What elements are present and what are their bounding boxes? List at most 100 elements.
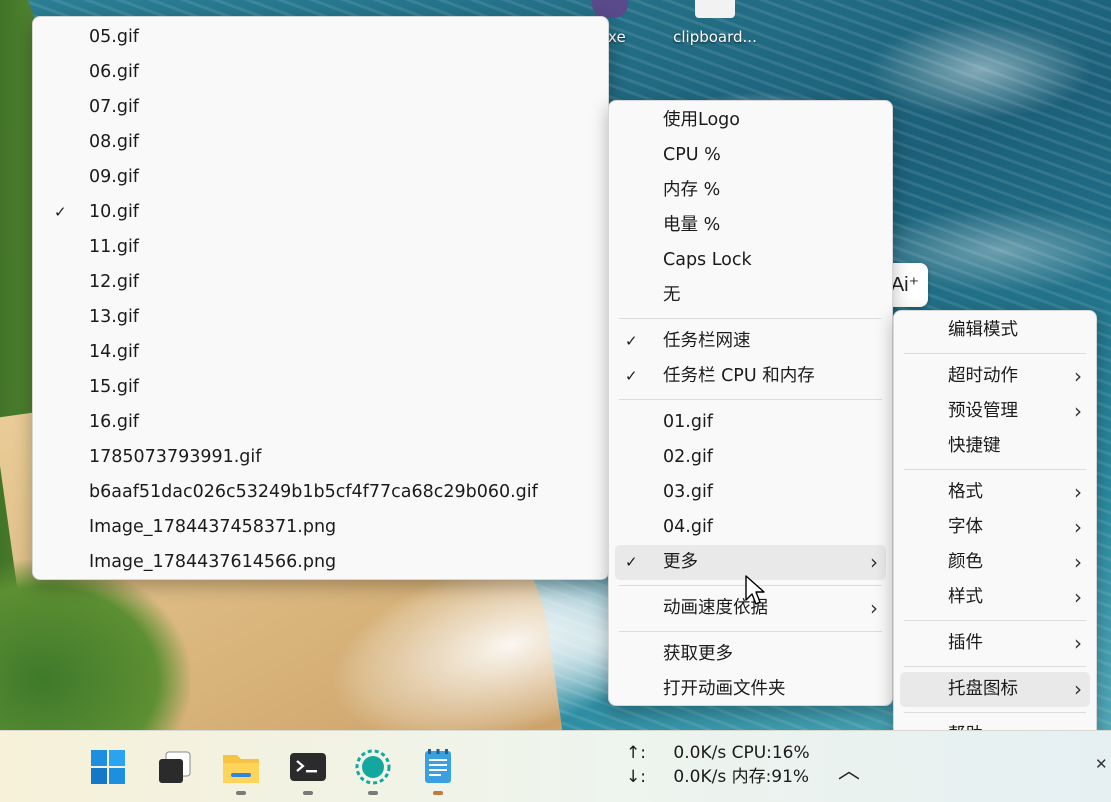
menu-item-file[interactable]: 07.gif	[39, 90, 602, 125]
check-icon: ✓	[625, 553, 638, 571]
circle-app-button[interactable]	[353, 747, 393, 795]
notepad-button[interactable]	[418, 747, 458, 795]
menu-item-use-logo[interactable]: 使用Logo	[615, 103, 886, 138]
menu-item-gif-04[interactable]: 04.gif	[615, 510, 886, 545]
menu-item-label: 任务栏网速	[663, 331, 751, 351]
menu-item-gif-01[interactable]: 01.gif	[615, 405, 886, 440]
menu-item-shortcuts[interactable]: 快捷键	[900, 429, 1090, 464]
menu-item-label: b6aaf51dac026c53249b1b5cf4f77ca68c29b060…	[89, 482, 538, 502]
menu-item-label: 格式	[948, 482, 983, 502]
menu-item-file[interactable]: 14.gif	[39, 335, 602, 370]
menu-item-edit-mode[interactable]: 编辑模式	[900, 313, 1090, 348]
netspeed-arrows: ↑: ↓:	[626, 741, 646, 789]
menu-item-taskbar-netspeed[interactable]: ✓ 任务栏网速	[615, 324, 886, 359]
menu-item-caps-lock[interactable]: Caps Lock	[615, 243, 886, 278]
menu-item-label: 编辑模式	[948, 320, 1018, 340]
notepad-icon	[425, 749, 451, 783]
menu-item-label: 颜色	[948, 552, 983, 572]
start-button[interactable]	[88, 747, 128, 787]
netspeed-monitor[interactable]: 0.0K/s CPU:16% 0.0K/s 内存:91%	[668, 741, 810, 789]
chevron-right-icon: ›	[1074, 677, 1082, 701]
menu-item-file[interactable]: 05.gif	[39, 20, 602, 55]
menu-item-file[interactable]: Image_1784437458371.png	[39, 510, 602, 545]
menu-item-timeout-action[interactable]: 超时动作 ›	[900, 359, 1090, 394]
animation-files-submenu: 05.gif 06.gif 07.gif 08.gif 09.gif ✓ 10.gif 11.…	[32, 16, 609, 580]
menu-item-format[interactable]: 格式 ›	[900, 475, 1090, 510]
menu-item-label: 12.gif	[89, 272, 139, 292]
menu-item-label: 样式	[948, 587, 983, 607]
menu-item-file[interactable]: ✓ 10.gif	[39, 195, 602, 230]
menu-item-label: 更多	[663, 552, 698, 572]
menu-item-label: 电量 %	[663, 215, 721, 235]
menu-separator	[619, 318, 882, 319]
document-icon	[695, 0, 735, 18]
menu-item-label: 快捷键	[948, 436, 1001, 456]
menu-item-label: 11.gif	[89, 237, 139, 257]
terminal-icon	[290, 753, 326, 781]
menu-item-font[interactable]: 字体 ›	[900, 510, 1090, 545]
menu-item-none[interactable]: 无	[615, 278, 886, 313]
close-icon[interactable]: ✕	[1095, 755, 1108, 773]
menu-item-label: 预设管理	[948, 401, 1018, 421]
menu-item-file[interactable]: 16.gif	[39, 405, 602, 440]
menu-item-color[interactable]: 颜色 ›	[900, 545, 1090, 580]
download-arrow: ↓:	[626, 767, 646, 787]
menu-item-file[interactable]: 13.gif	[39, 300, 602, 335]
menu-item-file[interactable]: 06.gif	[39, 55, 602, 90]
menu-item-battery-percent[interactable]: 电量 %	[615, 208, 886, 243]
menu-item-file[interactable]: Image_1784437614566.png	[39, 545, 602, 580]
menu-item-label: 任务栏 CPU 和内存	[663, 366, 815, 386]
menu-item-label: 10.gif	[89, 202, 139, 222]
menu-item-label: 02.gif	[663, 447, 713, 467]
menu-item-open-folder[interactable]: 打开动画文件夹	[615, 672, 886, 707]
menu-item-file[interactable]: 1785073793991.gif	[39, 440, 602, 475]
menu-item-cpu-percent[interactable]: CPU %	[615, 138, 886, 173]
check-icon: ✓	[54, 203, 67, 221]
menu-separator	[904, 620, 1086, 621]
menu-item-tray-icon[interactable]: 托盘图标 ›	[900, 672, 1090, 707]
menu-item-label: 08.gif	[89, 132, 139, 152]
menu-item-label: 04.gif	[663, 517, 713, 537]
menu-item-file[interactable]: 08.gif	[39, 125, 602, 160]
running-indicator	[236, 791, 246, 795]
menu-item-label: 14.gif	[89, 342, 139, 362]
desktop-icon-clipboard[interactable]: clipboard...	[660, 0, 770, 46]
upload-cpu-readout: 0.0K/s CPU:16%	[668, 743, 810, 763]
taskbar: ↑: ↓: 0.0K/s CPU:16% 0.0K/s 内存:91% ︿ ✕	[0, 730, 1111, 802]
menu-item-preset-manage[interactable]: 预设管理 ›	[900, 394, 1090, 429]
menu-item-taskbar-cpu-memory[interactable]: ✓ 任务栏 CPU 和内存	[615, 359, 886, 394]
menu-separator	[904, 353, 1086, 354]
menu-item-label: 13.gif	[89, 307, 139, 327]
menu-item-label: 插件	[948, 633, 983, 653]
running-indicator	[433, 791, 443, 795]
menu-item-label: 15.gif	[89, 377, 139, 397]
menu-item-memory-percent[interactable]: 内存 %	[615, 173, 886, 208]
menu-item-label: 托盘图标	[948, 679, 1018, 699]
menu-item-label: Image_1784437458371.png	[89, 517, 337, 537]
menu-item-gif-03[interactable]: 03.gif	[615, 475, 886, 510]
menu-item-file[interactable]: 11.gif	[39, 230, 602, 265]
chevron-right-icon: ›	[1074, 550, 1082, 574]
menu-item-style[interactable]: 样式 ›	[900, 580, 1090, 615]
menu-item-label: 1785073793991.gif	[89, 447, 262, 467]
file-explorer-button[interactable]	[221, 747, 261, 795]
menu-item-gif-02[interactable]: 02.gif	[615, 440, 886, 475]
menu-item-file[interactable]: 09.gif	[39, 160, 602, 195]
menu-item-label: 打开动画文件夹	[663, 679, 786, 699]
menu-item-file[interactable]: 15.gif	[39, 370, 602, 405]
menu-item-plugins[interactable]: 插件 ›	[900, 626, 1090, 661]
menu-separator	[619, 399, 882, 400]
check-icon: ✓	[625, 367, 638, 385]
start-icon	[91, 750, 125, 784]
menu-item-label: Image_1784437614566.png	[89, 552, 337, 572]
menu-item-file[interactable]: b6aaf51dac026c53249b1b5cf4f77ca68c29b060…	[39, 475, 602, 510]
menu-item-label: 使用Logo	[663, 110, 740, 130]
show-hidden-icons-button[interactable]: ︿	[838, 753, 860, 785]
task-view-button[interactable]	[155, 747, 195, 787]
menu-item-get-more[interactable]: 获取更多	[615, 637, 886, 672]
chevron-right-icon: ›	[1074, 364, 1082, 388]
terminal-button[interactable]	[288, 747, 328, 795]
running-indicator	[303, 791, 313, 795]
menu-item-label: 05.gif	[89, 27, 139, 47]
menu-item-file[interactable]: 12.gif	[39, 265, 602, 300]
